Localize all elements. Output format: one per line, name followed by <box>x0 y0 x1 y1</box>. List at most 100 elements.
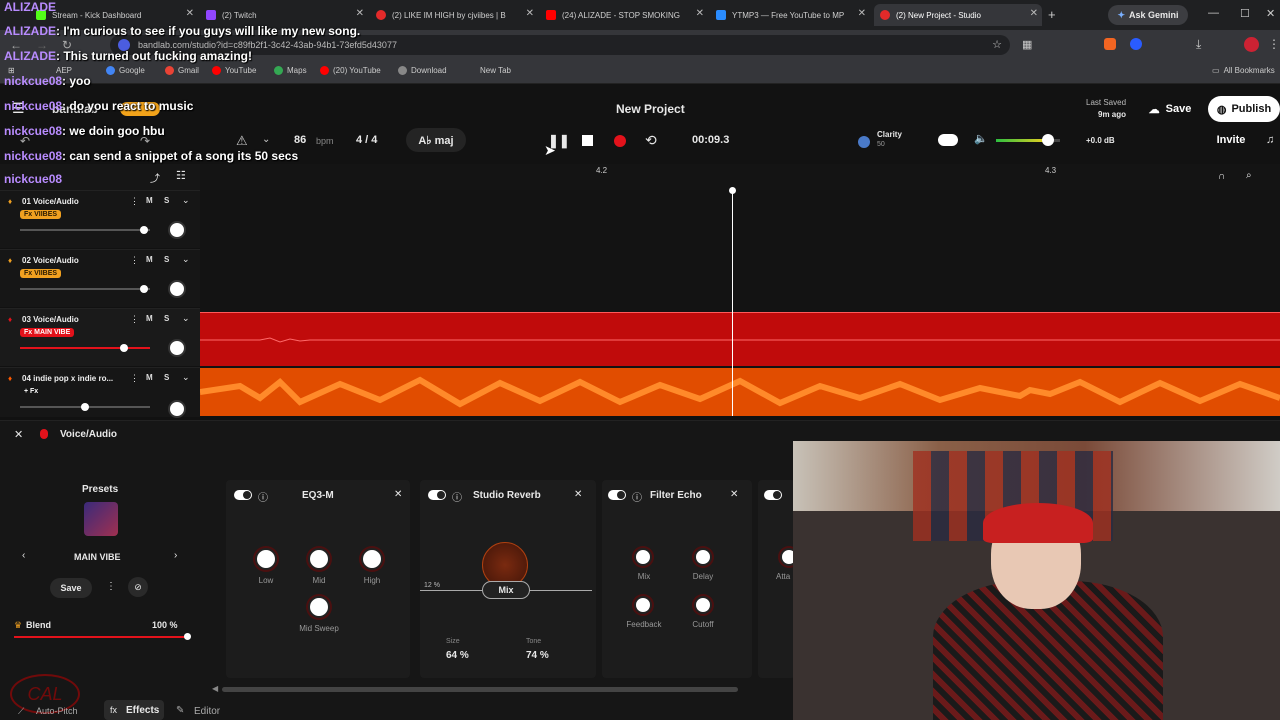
fx-badge[interactable]: Fx MAIN VIBE <box>20 328 75 337</box>
tab-effects[interactable]: fx Effects <box>104 700 164 720</box>
window-close-icon[interactable]: ✕ <box>1266 7 1275 20</box>
close-icon[interactable]: ✕ <box>14 428 23 441</box>
site-info-icon[interactable] <box>118 39 130 51</box>
bookmark-maps[interactable]: Maps <box>274 66 307 75</box>
track-volume-slider[interactable] <box>20 403 150 411</box>
slider-thumb[interactable] <box>139 226 148 234</box>
publish-button[interactable]: ◍ Publish <box>1208 96 1280 122</box>
close-icon[interactable]: ✕ <box>858 8 866 19</box>
solo-button[interactable]: S <box>164 196 169 205</box>
plugin-toggle[interactable] <box>428 490 446 500</box>
mute-button[interactable]: M <box>146 314 153 323</box>
track-volume-slider[interactable] <box>20 344 150 352</box>
solo-button[interactable]: S <box>164 255 169 264</box>
tab-kick[interactable]: Stream - Kick Dashboard ✕ <box>30 4 198 26</box>
audio-region-track-4[interactable] <box>199 368 1280 416</box>
timeline-ruler[interactable]: 4.2 4.3 ∩ ⌕ <box>200 164 1280 190</box>
ask-gemini-button[interactable]: ✦ Ask Gemini <box>1108 5 1188 25</box>
chevron-right-icon[interactable]: › <box>174 550 177 561</box>
slider-thumb[interactable] <box>120 344 128 352</box>
extension-icon[interactable]: ▦ <box>1022 38 1032 51</box>
pan-knob[interactable] <box>168 221 186 239</box>
close-icon[interactable]: ✕ <box>356 8 364 19</box>
chevron-down-icon[interactable]: ⌄ <box>182 372 190 383</box>
knob-cutoff[interactable] <box>694 596 712 614</box>
tone-value[interactable]: 74 % <box>526 650 549 661</box>
plugin-toggle[interactable] <box>764 490 782 500</box>
preset-thumbnail[interactable] <box>84 502 118 536</box>
knob-high[interactable] <box>361 548 383 570</box>
fx-badge[interactable]: Fx VIIBES <box>20 269 62 278</box>
fx-badge[interactable]: + Fx <box>20 387 42 396</box>
slider-thumb[interactable] <box>184 633 191 640</box>
playhead-handle[interactable] <box>729 187 736 194</box>
minimize-icon[interactable]: — <box>1208 7 1219 19</box>
profile-avatar[interactable] <box>1244 37 1259 52</box>
scroll-left-icon[interactable]: ◀ <box>212 684 218 693</box>
bell-icon[interactable]: ♫ <box>1266 134 1274 146</box>
tab-twitch[interactable]: (2) Twitch ✕ <box>200 4 368 26</box>
tab-editor[interactable]: Editor <box>194 706 220 717</box>
magnet-icon[interactable]: ∩ <box>1218 171 1225 182</box>
plugin-toggle[interactable] <box>608 490 626 500</box>
knob-low[interactable] <box>255 548 277 570</box>
tab-ytmp3[interactable]: YTMP3 — Free YouTube to MP ✕ <box>710 4 870 26</box>
bypass-icon[interactable]: ⊘ <box>128 577 148 597</box>
chevron-down-icon[interactable]: ⌄ <box>262 134 270 145</box>
info-icon[interactable]: ⓘ <box>452 489 462 504</box>
key-selector[interactable]: A♭ maj <box>406 128 466 152</box>
master-volume-slider[interactable] <box>996 134 1060 146</box>
url-bar[interactable]: bandlab.com/studio?id=c89fb2f1-3c42-43ab… <box>110 35 1010 55</box>
clarity-toggle[interactable] <box>938 134 958 146</box>
automation-icon[interactable]: ⤴ <box>150 170 160 185</box>
mute-button[interactable]: M <box>146 255 153 264</box>
bpm-value[interactable]: 86 <box>294 134 306 146</box>
bookmark-gmail[interactable]: Gmail <box>165 66 199 75</box>
chevron-down-icon[interactable]: ⌄ <box>182 313 190 324</box>
track-header-selected[interactable]: ♦ 03 Voice/Audio Fx MAIN VIBE ⋮ M S ⌄ <box>0 308 200 366</box>
size-value[interactable]: 64 % <box>446 650 469 661</box>
more-icon[interactable]: ⋮ <box>130 314 139 325</box>
maximize-icon[interactable]: ☐ <box>1240 7 1250 20</box>
redo-icon[interactable]: ↷ <box>140 134 150 148</box>
hamburger-menu-icon[interactable]: ☰ <box>12 100 25 117</box>
track-header[interactable]: ♦ 02 Voice/Audio Fx VIIBES ⋮ M S ⌄ <box>0 249 200 307</box>
star-icon[interactable]: ☆ <box>992 38 1002 51</box>
metronome-icon[interactable]: ⚠ <box>236 133 248 149</box>
pan-knob[interactable] <box>168 400 186 418</box>
playhead[interactable] <box>732 190 733 416</box>
horizontal-scrollbar[interactable] <box>222 687 738 692</box>
master-volume-thumb[interactable] <box>1042 134 1055 146</box>
apps-icon[interactable]: ⊞ <box>8 66 15 75</box>
mute-button[interactable]: M <box>146 373 153 382</box>
slider-thumb[interactable] <box>139 285 148 293</box>
bookmark-newtab[interactable]: New Tab <box>480 66 511 75</box>
menu-icon[interactable]: ⋮ <box>1268 37 1280 51</box>
info-icon[interactable]: ⓘ <box>258 489 268 504</box>
slider-thumb[interactable] <box>81 403 89 411</box>
settings-sliders-icon[interactable]: ☷ <box>176 169 186 182</box>
reload-icon[interactable]: ↻ <box>62 38 72 52</box>
all-bookmarks[interactable]: ▭ All Bookmarks <box>1212 66 1275 75</box>
extension-icon[interactable] <box>1130 38 1142 50</box>
chevron-down-icon[interactable]: ⌄ <box>182 254 190 265</box>
close-icon[interactable]: ✕ <box>1030 8 1038 19</box>
preset-save-button[interactable]: Save <box>50 578 92 598</box>
pan-knob[interactable] <box>168 280 186 298</box>
save-button[interactable]: ☁ Save <box>1138 96 1202 122</box>
forward-icon[interactable]: → <box>36 38 48 52</box>
tab-studio[interactable]: (2) New Project - Studio ✕ <box>874 4 1042 26</box>
back-icon[interactable]: ← <box>10 38 22 52</box>
bookmark-aep[interactable]: AEP <box>56 66 72 75</box>
more-icon[interactable]: ⋮ <box>106 581 116 592</box>
record-icon[interactable] <box>614 135 626 147</box>
tab-youtube[interactable]: (24) ALIZADE - STOP SMOKING ✕ <box>540 4 708 26</box>
close-icon[interactable]: ✕ <box>186 8 194 19</box>
knob-mid-sweep[interactable] <box>308 596 330 618</box>
badge-pill[interactable] <box>120 102 160 116</box>
extension-icon[interactable] <box>1104 38 1116 50</box>
solo-button[interactable]: S <box>164 314 169 323</box>
speaker-icon[interactable]: 🔈 <box>974 132 988 145</box>
chevron-left-icon[interactable]: ‹ <box>22 550 25 561</box>
chevron-down-icon[interactable]: ⌄ <box>182 195 190 206</box>
